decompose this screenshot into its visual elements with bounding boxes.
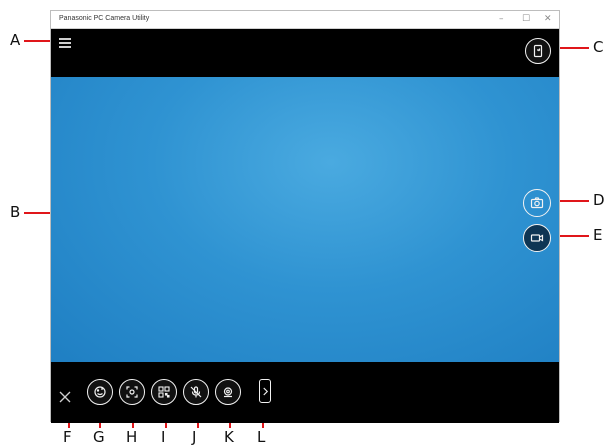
settings-button[interactable] [215,379,241,405]
scan-frame-icon [126,386,138,398]
close-window-button[interactable]: ✕ [544,14,552,24]
callout-i: I [161,428,166,446]
hamburger-menu-icon[interactable] [59,38,71,48]
callout-g: G [93,428,105,446]
scan-frame-button[interactable] [119,379,145,405]
minimize-button[interactable]: – [499,14,504,24]
top-toolbar [51,29,559,77]
maximize-button[interactable]: ☐ [522,14,530,24]
chevron-right-icon [262,387,268,395]
callout-e: E [593,226,603,244]
qr-code-icon [158,386,170,398]
video-camera-icon [530,234,544,242]
capture-photo-button[interactable] [523,189,551,217]
callout-k: K [224,428,234,446]
callout-j: J [192,428,197,446]
mic-mute-button[interactable] [183,379,209,405]
callout-f: F [63,428,72,446]
qr-code-button[interactable] [151,379,177,405]
face-detect-button[interactable] [87,379,113,405]
callout-c: C [593,38,604,56]
settings-icon [223,387,233,398]
switch-camera-button[interactable] [525,38,551,64]
title-bar: Panasonic PC Camera Utility – ☐ ✕ [51,11,559,29]
microphone-mute-icon [190,386,202,398]
more-options-button[interactable] [259,379,271,403]
callout-l: L [257,428,266,446]
bottom-toolbar [51,362,559,423]
callout-h: H [126,428,138,446]
record-video-button[interactable] [523,224,551,252]
camera-icon [530,197,544,209]
app-window: Panasonic PC Camera Utility – ☐ ✕ [50,10,560,423]
callout-d: D [593,191,605,209]
close-icon[interactable] [59,390,71,403]
window-title: Panasonic PC Camera Utility [59,15,150,22]
face-icon [94,386,106,398]
switch-camera-icon [533,44,543,58]
callout-b: B [10,203,21,221]
camera-preview [51,77,559,362]
callout-a: A [10,31,21,49]
